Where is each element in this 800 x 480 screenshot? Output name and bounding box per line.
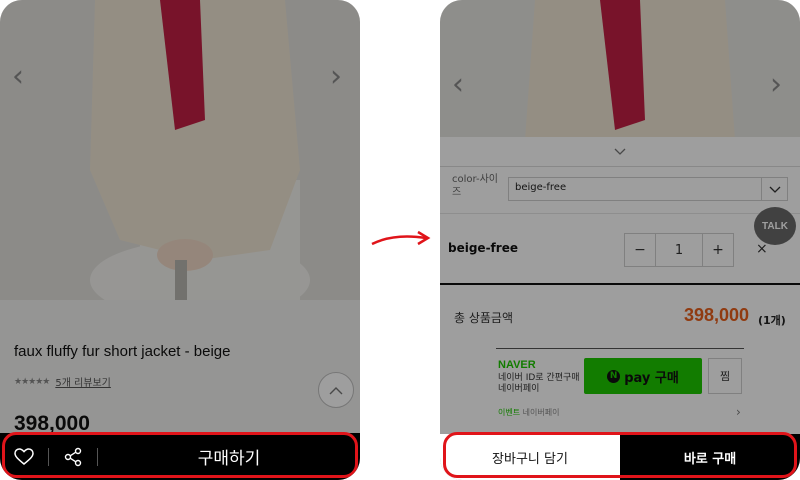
star-rating-icon: ★★★★★ — [14, 376, 50, 387]
wishlist-button[interactable] — [0, 433, 48, 480]
divider — [440, 283, 800, 285]
chevron-down-icon[interactable] — [761, 178, 787, 200]
share-icon — [64, 447, 82, 466]
review-link[interactable]: 5개 리뷰보기 — [55, 374, 111, 389]
total-price: 398,000 — [684, 305, 750, 325]
product-detail-screen: ‹ › faux fluffy fur short jacket - beige… — [0, 0, 360, 480]
option-select[interactable]: beige-free — [508, 177, 788, 201]
option-label: color-사이즈 — [452, 174, 498, 198]
naver-pay-button[interactable]: N pay 구매 — [584, 358, 702, 394]
total-count: (1개) — [758, 314, 786, 327]
divider — [496, 348, 744, 349]
naver-event[interactable]: 이벤트 네이버페이 — [498, 407, 559, 418]
bottom-action-bar: 구매하기 — [0, 433, 360, 480]
heart-icon — [14, 447, 34, 465]
bottom-action-bar: 장바구니 담기 바로 구매 — [440, 434, 800, 480]
transition-arrow-icon — [371, 230, 431, 246]
buy-now-button[interactable]: 바로 구매 — [620, 434, 800, 480]
buy-button[interactable]: 구매하기 — [98, 444, 360, 469]
naver-zzim-button[interactable]: 찜 — [708, 358, 742, 394]
chevron-down-icon — [614, 148, 626, 155]
divider — [440, 213, 800, 214]
option-selected-value: beige-free — [515, 182, 567, 193]
chevron-right-icon[interactable]: › — [330, 62, 342, 92]
scroll-top-button[interactable] — [318, 372, 354, 408]
quantity-value[interactable]: 1 — [655, 234, 703, 266]
selected-item-name: beige-free — [448, 241, 518, 255]
chevron-up-icon — [329, 386, 343, 394]
naver-subtext: 네이버 ID로 간편구매 네이버페이 — [498, 373, 580, 394]
option-sheet-screen: ‹ › color-사이즈 beige-free beige-free − 1 … — [440, 0, 800, 480]
chevron-right-icon[interactable]: › — [736, 405, 741, 419]
quantity-plus-button[interactable]: + — [703, 234, 733, 266]
collapse-sheet-button[interactable] — [440, 137, 800, 167]
rating: ★★★★★ 5개 리뷰보기 — [14, 374, 111, 390]
option-sheet: color-사이즈 beige-free beige-free − 1 + × … — [440, 137, 800, 480]
quantity-stepper: − 1 + — [624, 233, 734, 267]
naver-logo: NAVER — [498, 359, 536, 371]
product-photo[interactable]: ‹ › — [0, 0, 360, 300]
talk-button[interactable]: TALK — [754, 207, 796, 245]
chevron-left-icon[interactable]: ‹ — [12, 62, 24, 92]
product-title: faux fluffy fur short jacket - beige — [14, 343, 231, 360]
chevron-left-icon[interactable]: ‹ — [452, 70, 464, 100]
chevron-right-icon[interactable]: › — [770, 70, 782, 100]
total-label: 총 상품금액 — [454, 311, 514, 325]
add-to-cart-button[interactable]: 장바구니 담기 — [440, 434, 620, 480]
quantity-minus-button[interactable]: − — [625, 234, 655, 266]
naver-pay-label: pay 구매 — [624, 370, 679, 386]
product-photo[interactable]: ‹ › — [440, 0, 800, 140]
share-button[interactable] — [49, 433, 97, 480]
naver-n-icon: N — [607, 369, 621, 383]
